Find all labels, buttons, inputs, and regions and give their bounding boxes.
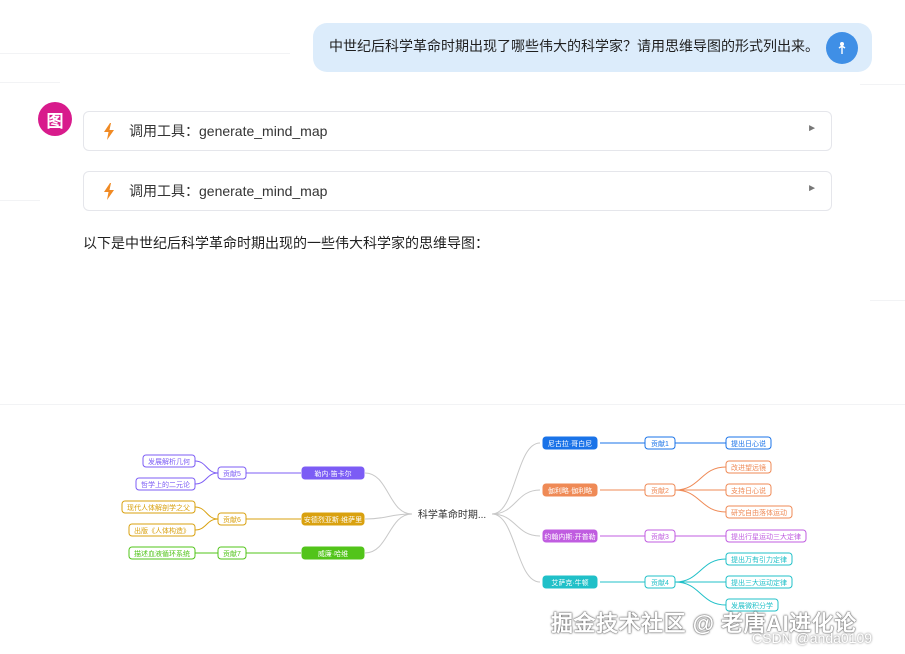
achievement-node[interactable]: 改进望远镜 bbox=[725, 460, 772, 474]
mind-map-link bbox=[194, 518, 219, 531]
scientist-node-label: 威廉·哈维 bbox=[318, 549, 348, 558]
achievement-node[interactable]: 现代人体解剖学之父 bbox=[121, 500, 196, 514]
achievement-node-label: 描述血液循环系统 bbox=[134, 549, 190, 558]
scientist-node[interactable]: 约翰内斯·开普勒 bbox=[542, 529, 598, 543]
scientist-node-label: 勒内·笛卡尔 bbox=[314, 469, 351, 478]
achievement-node[interactable]: 哲学上的二元论 bbox=[135, 477, 196, 491]
csdn-watermark: CSDN @anda0109 bbox=[752, 630, 873, 646]
mind-map-link bbox=[364, 513, 413, 520]
scientist-node[interactable]: 勒内·笛卡尔 bbox=[301, 466, 365, 480]
achievement-node[interactable]: 发展解析几何 bbox=[142, 454, 196, 468]
mind-map-link bbox=[491, 489, 541, 515]
mind-map-link bbox=[674, 466, 727, 491]
contribution-node-label: 贡献6 bbox=[223, 515, 241, 524]
achievement-node-label: 研究自由落体运动 bbox=[731, 508, 787, 517]
achievement-node-label: 提出日心说 bbox=[731, 439, 766, 448]
contribution-node-label: 贡献2 bbox=[651, 486, 669, 495]
mind-map-link bbox=[674, 581, 727, 606]
contribution-node[interactable]: 贡献1 bbox=[644, 436, 676, 450]
contribution-node-label: 贡献5 bbox=[223, 469, 241, 478]
mind-map-link bbox=[364, 513, 413, 554]
mind-map-link bbox=[674, 489, 727, 513]
achievement-node[interactable]: 研究自由落体运动 bbox=[725, 505, 793, 519]
contribution-node-label: 贡献7 bbox=[223, 549, 241, 558]
achievement-node-label: 改进望远镜 bbox=[731, 463, 766, 472]
contribution-node[interactable]: 贡献7 bbox=[217, 546, 247, 560]
achievement-node-label: 哲学上的二元论 bbox=[141, 480, 190, 489]
achievement-node[interactable]: 提出行星运动三大定律 bbox=[725, 529, 807, 543]
achievement-node-label: 支持日心说 bbox=[731, 486, 766, 495]
achievement-node[interactable]: 提出三大运动定律 bbox=[725, 575, 793, 589]
achievement-node[interactable]: 出版《人体构造》 bbox=[128, 523, 196, 537]
mind-map-link bbox=[491, 513, 541, 537]
achievement-node-label: 发展解析几何 bbox=[148, 457, 190, 466]
mind-map-root-label: 科学革命时期... bbox=[418, 508, 486, 521]
contribution-node[interactable]: 贡献4 bbox=[644, 575, 676, 589]
achievement-node[interactable]: 提出万有引力定律 bbox=[725, 552, 793, 566]
mind-map-link bbox=[674, 558, 727, 583]
achievement-node[interactable]: 提出日心说 bbox=[725, 436, 772, 450]
scientist-node-label: 艾萨克·牛顿 bbox=[551, 578, 588, 587]
achievement-node[interactable]: 支持日心说 bbox=[725, 483, 772, 497]
scientist-node-label: 约翰内斯·开普勒 bbox=[544, 532, 595, 541]
mind-map-link bbox=[491, 513, 541, 583]
scientist-node[interactable]: 威廉·哈维 bbox=[301, 546, 365, 560]
contribution-node[interactable]: 贡献3 bbox=[644, 529, 676, 543]
mind-map-root[interactable]: 科学革命时期... bbox=[412, 504, 492, 524]
scientist-node[interactable]: 伽利略·伽利略 bbox=[542, 483, 598, 497]
contribution-node[interactable]: 贡献2 bbox=[644, 483, 676, 497]
contribution-node-label: 贡献3 bbox=[651, 532, 669, 541]
contribution-node-label: 贡献1 bbox=[651, 439, 669, 448]
scientist-node-label: 尼古拉·哥白尼 bbox=[548, 439, 592, 448]
mind-map-link bbox=[364, 472, 413, 515]
scientist-node-label: 安德烈亚斯·维萨里 bbox=[304, 515, 362, 524]
mind-map: 科学革命时期... 尼古拉·哥白尼 贡献1 提出日心说伽利略·伽利略 贡献2 改进望远镜支… bbox=[121, 436, 807, 612]
contribution-node-label: 贡献4 bbox=[651, 578, 669, 587]
achievement-node-label: 现代人体解剖学之父 bbox=[127, 503, 190, 512]
mind-map-link bbox=[194, 506, 219, 520]
achievement-node-label: 提出行星运动三大定律 bbox=[731, 532, 801, 541]
achievement-node-label: 提出三大运动定律 bbox=[731, 578, 787, 587]
mind-map-link bbox=[194, 472, 219, 485]
mind-map-link bbox=[491, 442, 541, 515]
scientist-node[interactable]: 艾萨克·牛顿 bbox=[542, 575, 598, 589]
achievement-node-label: 提出万有引力定律 bbox=[731, 555, 787, 564]
contribution-node[interactable]: 贡献5 bbox=[217, 466, 247, 480]
achievement-node[interactable]: 描述血液循环系统 bbox=[128, 546, 196, 560]
mind-map-link bbox=[194, 460, 219, 474]
contribution-node[interactable]: 贡献6 bbox=[217, 512, 247, 526]
scientist-node[interactable]: 安德烈亚斯·维萨里 bbox=[301, 512, 365, 526]
achievement-node-label: 出版《人体构造》 bbox=[134, 526, 190, 535]
scientist-node[interactable]: 尼古拉·哥白尼 bbox=[542, 436, 598, 450]
scientist-node-label: 伽利略·伽利略 bbox=[548, 486, 592, 495]
